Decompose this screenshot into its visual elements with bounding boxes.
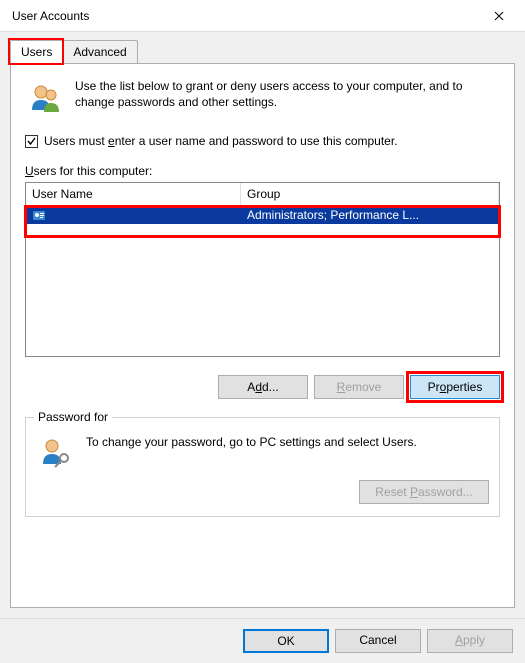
listview-header: User Name Group <box>26 183 499 206</box>
tab-page-users: Use the list below to grant or deny user… <box>10 63 515 608</box>
titlebar: User Accounts <box>0 0 525 32</box>
reset-password-button: Reset Password... <box>359 480 489 504</box>
user-buttons-row: Add... Remove Properties <box>25 375 500 399</box>
keys-icon <box>38 434 74 470</box>
intro-row: Use the list below to grant or deny user… <box>25 78 500 116</box>
intro-text: Use the list below to grant or deny user… <box>75 78 500 116</box>
column-username[interactable]: User Name <box>26 183 241 206</box>
password-text: To change your password, go to PC settin… <box>86 434 489 450</box>
tab-users[interactable]: Users <box>10 40 63 64</box>
window-title: User Accounts <box>12 9 477 23</box>
cancel-button[interactable]: Cancel <box>335 629 421 653</box>
remove-button: Remove <box>314 375 404 399</box>
ok-button[interactable]: OK <box>243 629 329 653</box>
checkbox-icon <box>25 135 38 148</box>
user-row-icon <box>32 208 46 222</box>
users-listview[interactable]: User Name Group Administra <box>25 182 500 357</box>
close-icon <box>494 11 504 21</box>
password-group: Password for To change your password, go… <box>25 417 500 517</box>
users-icon <box>27 80 63 116</box>
user-accounts-dialog: User Accounts Users Advanced Use the lis… <box>0 0 525 663</box>
table-row[interactable]: Administrators; Performance L... <box>26 206 499 224</box>
cell-username <box>26 207 241 223</box>
apply-button: Apply <box>427 629 513 653</box>
content-area: Users Advanced Use the list below to gra… <box>0 32 525 618</box>
column-group[interactable]: Group <box>241 183 499 206</box>
tab-advanced[interactable]: Advanced <box>62 40 137 64</box>
password-legend: Password for <box>34 410 112 424</box>
cell-group: Administrators; Performance L... <box>241 207 499 223</box>
checkbox-label: Users must enter a user name and passwor… <box>44 134 398 148</box>
tab-strip: Users Advanced <box>10 40 515 64</box>
dialog-footer: OK Cancel Apply <box>0 618 525 663</box>
require-password-checkbox[interactable]: Users must enter a user name and passwor… <box>25 134 500 148</box>
add-button[interactable]: Add... <box>218 375 308 399</box>
close-button[interactable] <box>477 1 521 31</box>
users-list-label: Users for this computer: <box>25 164 500 178</box>
properties-button[interactable]: Properties <box>410 375 500 399</box>
